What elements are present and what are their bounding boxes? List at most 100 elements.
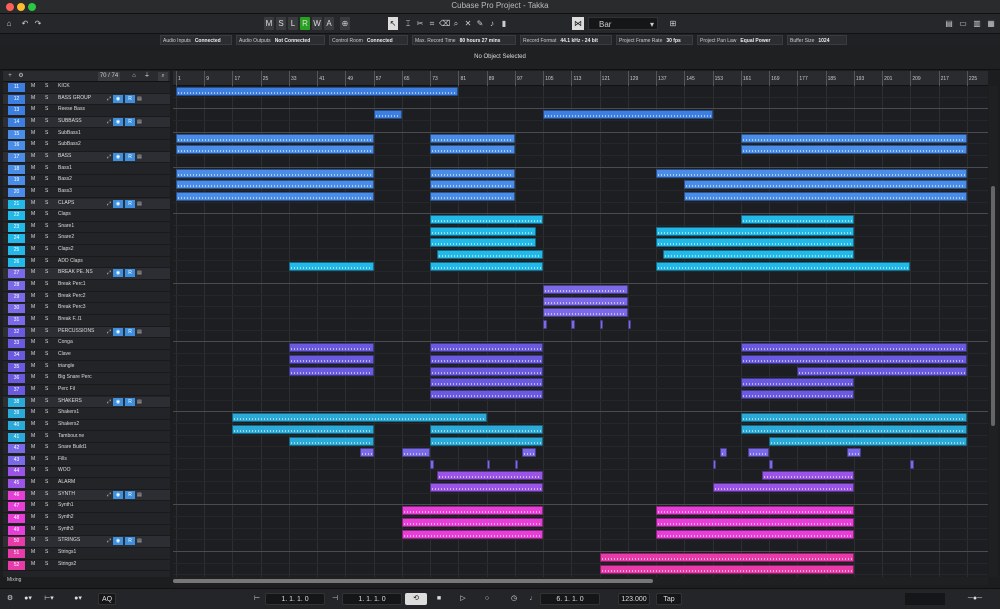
solo-button[interactable]: S bbox=[45, 281, 48, 287]
event-clip[interactable] bbox=[430, 180, 515, 190]
settings-icon[interactable]: ⚙ bbox=[4, 593, 16, 605]
event-clip[interactable] bbox=[232, 413, 487, 423]
track-row[interactable]: 35 M Striangle bbox=[3, 362, 170, 374]
event-clip[interactable] bbox=[176, 87, 459, 96]
expand-icon[interactable]: ⤢ bbox=[107, 95, 111, 103]
track-name[interactable]: Break Perc3 bbox=[58, 304, 86, 310]
monitor-icon[interactable]: ◉ bbox=[113, 397, 124, 406]
event-clip[interactable] bbox=[740, 145, 967, 155]
track-row[interactable]: 15 M S SubBass1 bbox=[3, 129, 170, 141]
event-clip[interactable] bbox=[430, 215, 544, 225]
event-clip[interactable] bbox=[627, 320, 632, 329]
edit-icon[interactable]: ▤ bbox=[137, 200, 142, 208]
track-name[interactable]: Synth2 bbox=[58, 514, 74, 520]
solo-button[interactable]: S bbox=[45, 502, 48, 508]
status-item[interactable]: Max. Record Time 80 hours 27 mins bbox=[412, 35, 516, 45]
mode-button-s[interactable]: S bbox=[276, 17, 286, 30]
monitor-icon[interactable]: ◉ bbox=[113, 94, 124, 103]
edit-icon[interactable]: ▤ bbox=[137, 328, 142, 336]
track-name[interactable]: KICK bbox=[58, 83, 70, 89]
event-clip[interactable] bbox=[740, 424, 967, 434]
output-volume-slider[interactable]: ─●─ bbox=[955, 593, 995, 605]
track-counter[interactable]: 70 / 74 bbox=[98, 72, 120, 81]
track-name[interactable]: SubBass2 bbox=[58, 141, 81, 147]
record-mode-icon[interactable]: ●▾ bbox=[20, 593, 36, 605]
event-clip[interactable] bbox=[599, 564, 854, 574]
track-row[interactable]: 38 M S SHAKERS ⤢ ◉ R ▤ bbox=[3, 396, 170, 409]
mute-button[interactable]: M bbox=[31, 526, 35, 532]
track-name[interactable]: Conga bbox=[58, 339, 73, 345]
event-clip[interactable] bbox=[401, 529, 544, 539]
expand-icon[interactable]: ⤢ bbox=[107, 200, 111, 208]
event-clip[interactable] bbox=[486, 459, 491, 469]
track-name[interactable]: ADD Claps bbox=[58, 258, 83, 264]
solo-button[interactable]: S bbox=[45, 363, 48, 369]
read-icon[interactable]: R bbox=[125, 117, 136, 126]
mute-button[interactable]: M bbox=[31, 444, 35, 450]
monitor-icon[interactable]: ◉ bbox=[113, 327, 124, 336]
track-row[interactable]: 14 M S SUBBASS ⤢ ◉ R ▤ bbox=[3, 116, 170, 129]
solo-button[interactable]: S bbox=[45, 211, 48, 217]
home-icon[interactable]: ⌂ bbox=[4, 17, 14, 30]
mute-button[interactable]: M bbox=[31, 456, 35, 462]
track-row[interactable]: 47 M S Synth1 bbox=[3, 501, 170, 513]
event-clip[interactable] bbox=[571, 320, 575, 329]
track-row[interactable]: 39 M S Shakers1 bbox=[3, 408, 170, 420]
event-clip[interactable] bbox=[740, 413, 967, 423]
mute-button[interactable]: M bbox=[31, 258, 35, 264]
expand-icon[interactable]: ⤢ bbox=[107, 491, 111, 499]
track-row[interactable]: 46 M S SYNTH ⤢ ◉ R ▤ bbox=[3, 489, 170, 502]
track-name[interactable]: Break Perc2 bbox=[58, 293, 86, 299]
solo-button[interactable]: S bbox=[45, 269, 48, 275]
solo-button[interactable]: S bbox=[45, 234, 48, 240]
mute-button[interactable]: M bbox=[31, 561, 35, 567]
mute-button[interactable]: M bbox=[31, 211, 35, 217]
track-name[interactable]: Claps2 bbox=[58, 246, 74, 252]
solo-button[interactable]: S bbox=[45, 456, 48, 462]
event-clip[interactable] bbox=[599, 320, 604, 329]
expand-icon[interactable]: ⤢ bbox=[107, 328, 111, 336]
edit-icon[interactable]: ▤ bbox=[137, 118, 142, 126]
event-clip[interactable] bbox=[684, 191, 967, 201]
event-clip[interactable] bbox=[232, 424, 374, 434]
solo-button[interactable]: S bbox=[45, 421, 48, 427]
cycle-button[interactable]: ⟲ bbox=[405, 593, 427, 605]
mute-button[interactable]: M bbox=[31, 176, 35, 182]
mute-button[interactable]: M bbox=[31, 398, 35, 404]
track-row[interactable]: 32 M S PERCUSSIONS ⤢ ◉ R ▤ bbox=[3, 326, 170, 339]
event-clip[interactable] bbox=[430, 483, 544, 493]
search-icon[interactable]: ⌕ bbox=[158, 72, 168, 81]
track-row[interactable]: 12 M S BASS GROUP ⤢ ◉ R ▤ bbox=[3, 93, 170, 106]
event-clip[interactable] bbox=[288, 366, 374, 376]
edit-icon[interactable]: ▤ bbox=[137, 95, 142, 103]
solo-button[interactable]: S bbox=[45, 118, 48, 124]
split-tool-icon[interactable]: ✂ bbox=[415, 17, 425, 30]
filter-icon[interactable]: ⏚ bbox=[143, 72, 151, 81]
status-item[interactable]: Audio Inputs Connected bbox=[160, 35, 232, 45]
track-name[interactable]: SHAKERS bbox=[58, 398, 82, 404]
track-row[interactable]: 16 M S SubBass2 bbox=[3, 140, 170, 152]
expand-icon[interactable]: ⤢ bbox=[107, 537, 111, 545]
mute-button[interactable]: M bbox=[31, 234, 35, 240]
mute-button[interactable]: M bbox=[31, 83, 35, 89]
event-clip[interactable] bbox=[373, 110, 402, 120]
mute-button[interactable]: M bbox=[31, 153, 35, 159]
track-name[interactable]: Claps bbox=[58, 211, 71, 217]
track-name[interactable]: Perc Fil bbox=[58, 386, 75, 392]
monitor-icon[interactable]: ◉ bbox=[113, 152, 124, 161]
mute-button[interactable]: M bbox=[31, 141, 35, 147]
track-row[interactable]: 49 M S Synth3 bbox=[3, 525, 170, 537]
mute-button[interactable]: M bbox=[31, 106, 35, 112]
event-clip[interactable] bbox=[740, 378, 854, 388]
solo-button[interactable]: S bbox=[45, 83, 48, 89]
track-name[interactable]: Snare1 bbox=[58, 223, 74, 229]
event-clip[interactable] bbox=[176, 191, 374, 201]
track-name[interactable]: Synth3 bbox=[58, 526, 74, 532]
mute-button[interactable]: M bbox=[31, 467, 35, 473]
event-clip[interactable] bbox=[712, 483, 854, 493]
snap-type-select[interactable]: Bar ▾ bbox=[588, 17, 658, 30]
mode-button-w[interactable]: W bbox=[312, 17, 322, 30]
track-name[interactable]: Snare Build1 bbox=[58, 444, 87, 450]
event-clip[interactable] bbox=[430, 261, 544, 271]
solo-button[interactable]: S bbox=[45, 200, 48, 206]
